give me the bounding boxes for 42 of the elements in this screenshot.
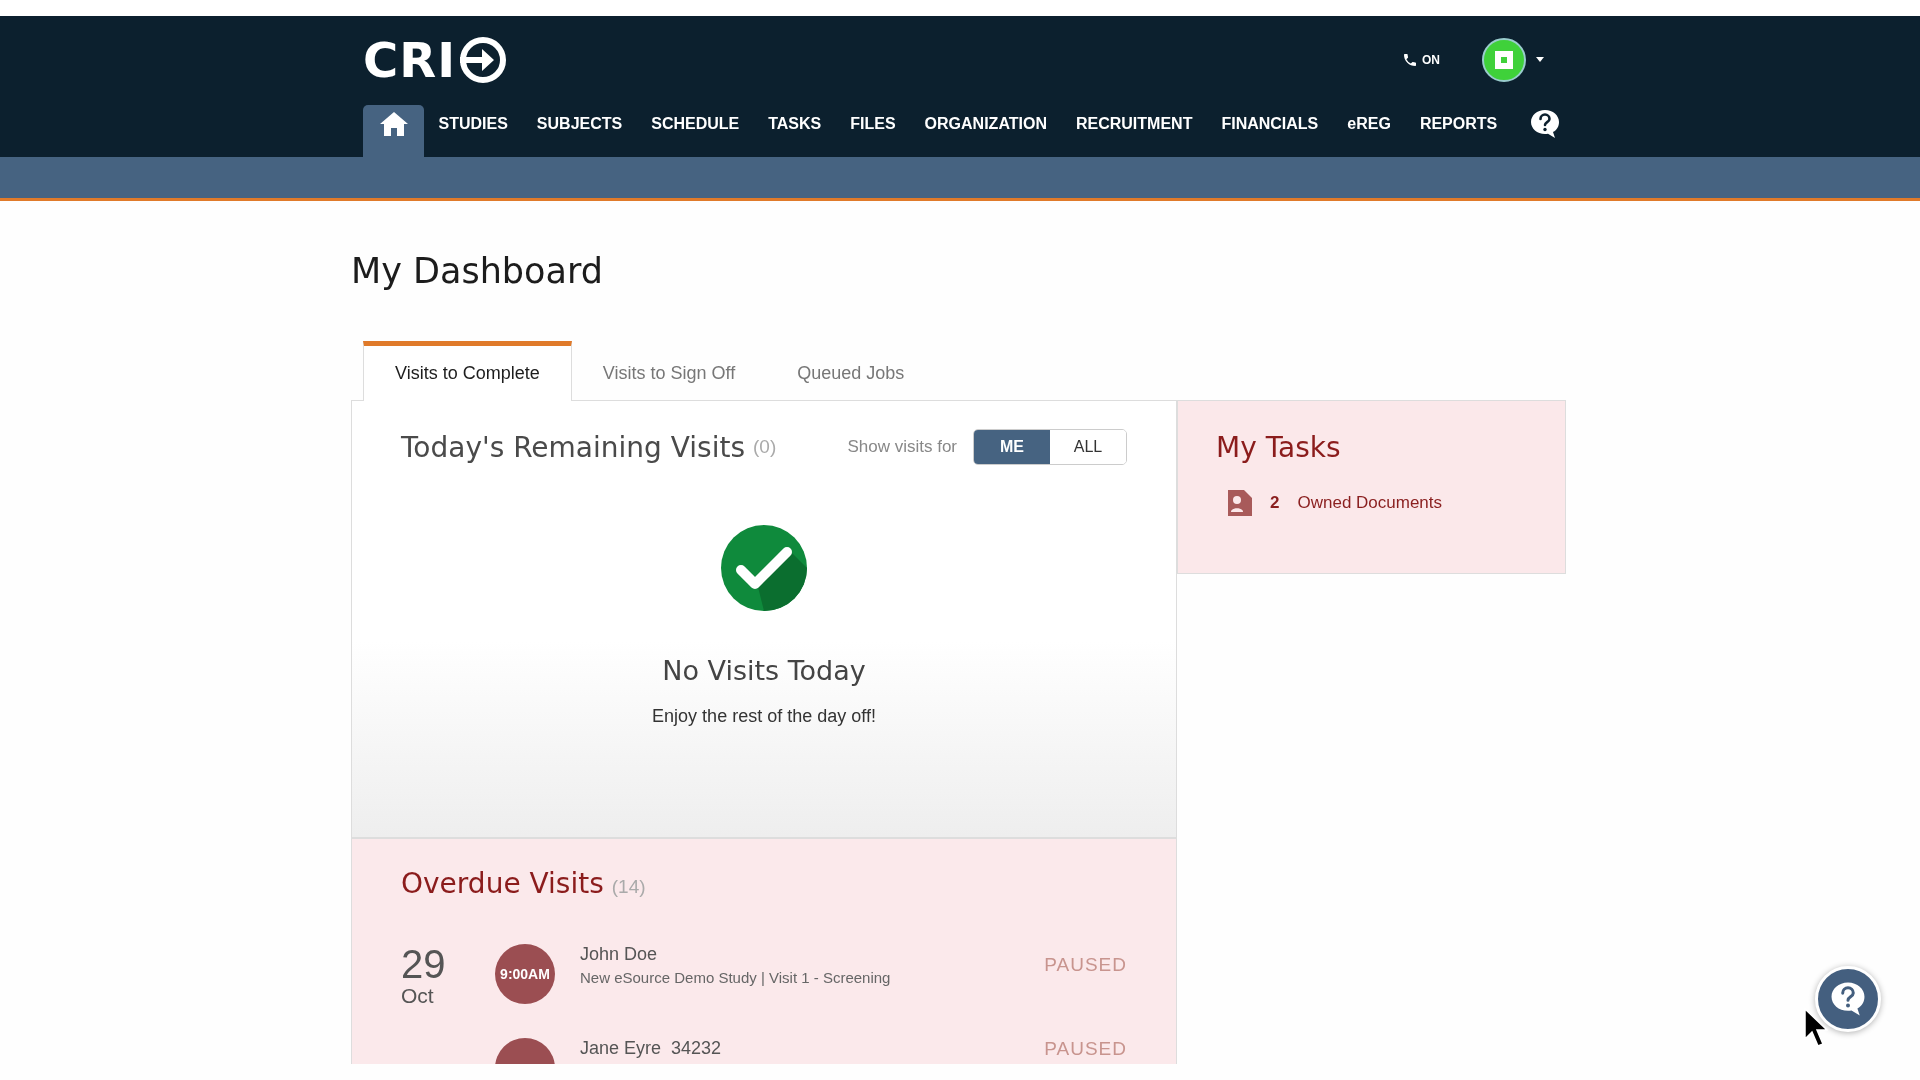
- nav-link[interactable]: RECRUITMENT: [1061, 105, 1207, 157]
- task-link[interactable]: 2 Owned Documents: [1228, 490, 1527, 516]
- visit-month: Oct: [401, 984, 435, 1008]
- empty-title: No Visits Today: [662, 655, 866, 686]
- empty-message: Enjoy the rest of the day off!: [652, 706, 876, 727]
- nav-link[interactable]: eREG: [1332, 105, 1406, 157]
- nav-link[interactable]: TASKS: [753, 105, 836, 157]
- section-title: My Tasks: [1216, 431, 1341, 464]
- subject-name[interactable]: John Doe: [580, 944, 1045, 965]
- visit-detail: New eSource Demo Study | Visit 1 - Screening: [580, 969, 892, 986]
- avatar[interactable]: [1482, 38, 1526, 82]
- document-icon: [1228, 490, 1252, 516]
- visit-status: PAUSED: [1044, 954, 1127, 976]
- home-tab[interactable]: [363, 105, 424, 157]
- nav-link[interactable]: SUBJECTS: [522, 105, 637, 157]
- cursor-icon: [1804, 1008, 1828, 1048]
- nav-link[interactable]: FILES: [835, 105, 911, 157]
- tab[interactable]: Queued Jobs: [766, 345, 936, 401]
- tab[interactable]: Visits to Sign Off: [571, 345, 767, 401]
- section-title: Today's Remaining Visits: [401, 430, 745, 464]
- check-icon: [721, 525, 807, 611]
- caret-icon[interactable]: [1536, 57, 1544, 63]
- visit-status: PAUSED: [1044, 1038, 1127, 1060]
- filter-option[interactable]: ME: [974, 430, 1050, 464]
- subject-name[interactable]: Jane Eyre 34232: [580, 1038, 1045, 1059]
- home-icon: [378, 111, 409, 137]
- section-title: Overdue Visits: [401, 867, 604, 900]
- tab[interactable]: Visits to Complete: [363, 341, 572, 401]
- logo[interactable]: CRI: [363, 36, 507, 84]
- page-title: My Dashboard: [351, 251, 604, 291]
- nav-link[interactable]: ORGANIZATION: [910, 105, 1062, 157]
- phone-status[interactable]: ON: [1402, 52, 1440, 68]
- nav-link[interactable]: FINANCIALS: [1206, 105, 1333, 157]
- nav-link[interactable]: REPORTS: [1405, 105, 1512, 157]
- filter-label: Show visits for: [847, 437, 957, 457]
- visit-count: (0): [753, 436, 777, 458]
- visit-day: 29: [401, 944, 495, 984]
- visit-count: (14): [611, 876, 646, 897]
- time-badge: 9:00AM: [495, 944, 555, 1004]
- nav-link[interactable]: SCHEDULE: [636, 105, 754, 157]
- nav-link[interactable]: STUDIES: [424, 105, 523, 157]
- phone-icon: [1402, 52, 1418, 68]
